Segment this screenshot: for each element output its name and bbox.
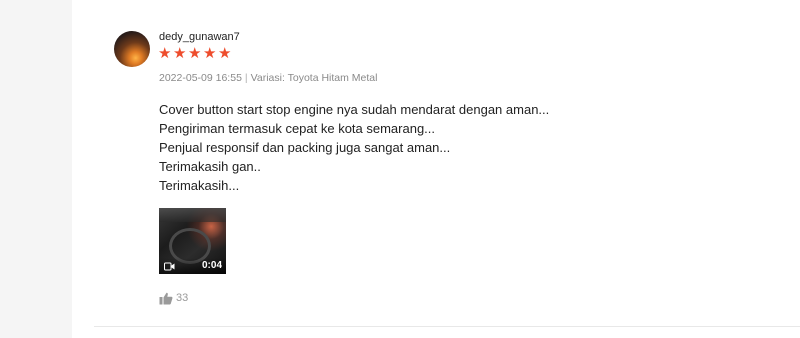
video-frame-detail <box>159 208 226 222</box>
star-icon: ★ <box>158 45 172 62</box>
reviewer-username[interactable]: dedy_gunawan7 <box>159 31 240 44</box>
review-variation: Variasi: Toyota Hitam Metal <box>250 72 378 84</box>
meta-separator: | <box>244 72 248 84</box>
review-text-line: Terimakasih gan.. <box>159 159 261 174</box>
review-date: 2022-05-09 16:55 <box>159 72 242 84</box>
review-text-line: Cover button start stop engine nya sudah… <box>159 102 550 117</box>
star-icon: ★ <box>218 45 232 62</box>
review-text-line: Penjual responsif dan packing juga sanga… <box>159 140 451 155</box>
rating-stars: ★ ★ ★ ★ ★ <box>158 45 232 65</box>
review-text-line: Pengiriman termasuk cepat ke kota semara… <box>159 121 436 136</box>
review-meta: 2022-05-09 16:55 | Variasi: Toyota Hitam M… <box>159 72 377 85</box>
review-text-line: Terimakasih... <box>159 178 240 193</box>
video-camera-icon <box>164 262 175 271</box>
like-button[interactable]: 33 <box>159 292 188 305</box>
star-icon: ★ <box>188 45 202 62</box>
review-text: Cover button start stop engine nya sudah… <box>159 100 549 195</box>
review-divider <box>94 326 800 327</box>
avatar[interactable] <box>114 31 150 67</box>
review-video-thumbnail[interactable]: 0:04 <box>159 208 226 274</box>
thumbs-up-icon <box>159 292 173 305</box>
video-duration: 0:04 <box>201 260 222 271</box>
star-icon: ★ <box>173 45 187 62</box>
like-count: 33 <box>176 292 189 304</box>
star-icon: ★ <box>203 45 217 62</box>
